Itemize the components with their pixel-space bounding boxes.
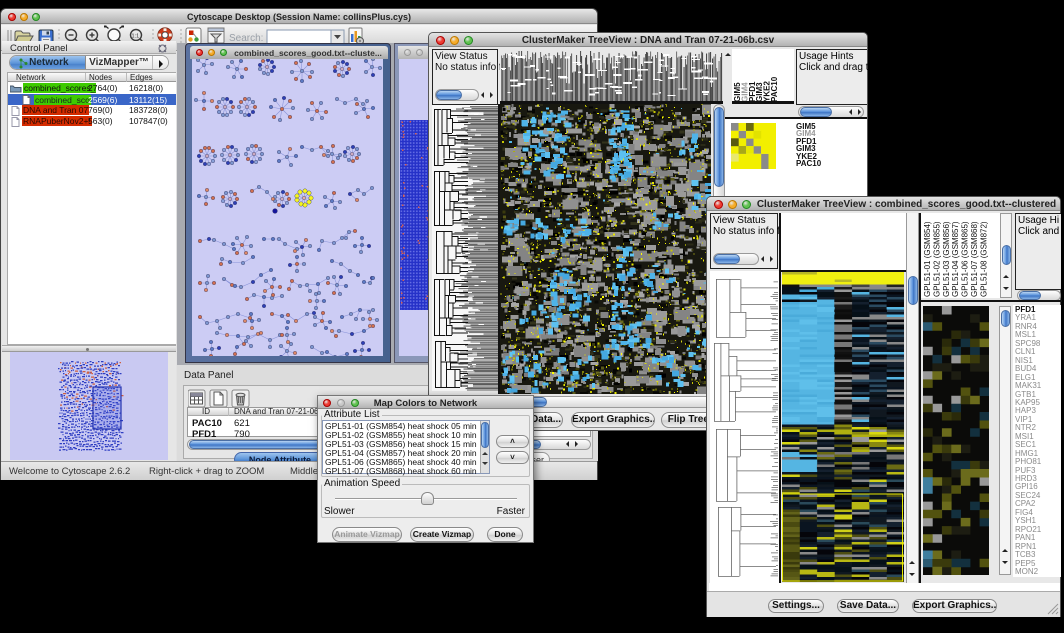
svg-text:GPL51-01 (GSM854): GPL51-01 (GSM854) <box>923 221 932 297</box>
svg-text:GPL51-04 (GSM857): GPL51-04 (GSM857) <box>951 221 960 297</box>
svg-text:1:1: 1:1 <box>132 34 140 40</box>
svg-text:GPL51-03 (GSM856): GPL51-03 (GSM856) <box>942 221 951 297</box>
svg-text:GPL51-06 (GSM865): GPL51-06 (GSM865) <box>961 221 970 297</box>
svg-text:GPL51-02 (GSM855): GPL51-02 (GSM855) <box>932 221 941 297</box>
svg-text:PAC10: PAC10 <box>770 76 779 102</box>
svg-text:GPL51-08 (GSM872): GPL51-08 (GSM872) <box>979 221 988 297</box>
svg-text:GPL51-07 (GSM868): GPL51-07 (GSM868) <box>970 221 979 297</box>
